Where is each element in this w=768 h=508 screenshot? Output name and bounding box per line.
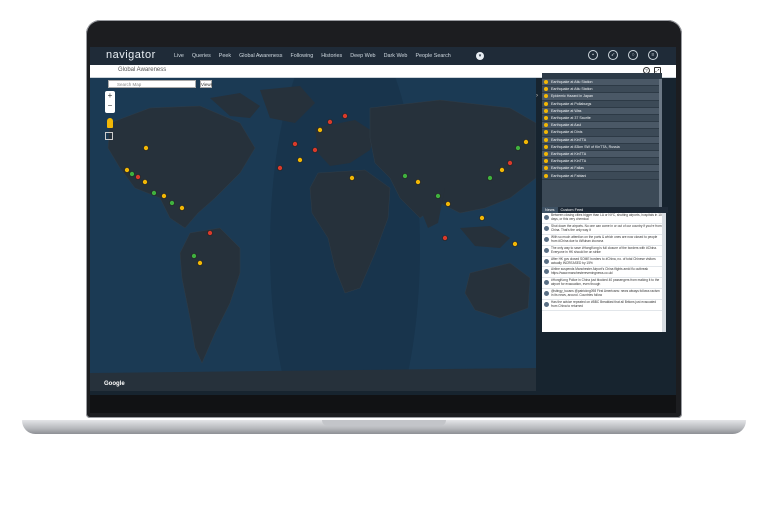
screen: navigator Live Queries Peek Global Aware… [90, 47, 676, 395]
nav-item-live[interactable]: Live [174, 47, 184, 65]
street-view-pegman-icon[interactable] [107, 118, 113, 128]
event-marker-icon [544, 80, 548, 85]
list-item[interactable]: Earthquake at 37 Saurite [542, 115, 662, 123]
list-item[interactable]: Earthquake at KinTTA [542, 158, 662, 166]
settings-icon[interactable]: ≡ [648, 50, 658, 60]
avatar [544, 280, 549, 286]
list-item[interactable]: Earthquake at Fabiani [542, 172, 662, 180]
event-marker-icon [544, 159, 548, 164]
event-marker-icon [544, 173, 548, 178]
event-marker-icon [544, 151, 548, 156]
nav-item-dark-web[interactable]: Dark Web [384, 47, 408, 65]
avatar [544, 258, 549, 264]
nav-item-people-search[interactable]: People Search [415, 47, 450, 65]
views-button[interactable]: Views [200, 80, 213, 88]
event-marker-icon [544, 130, 548, 135]
event-marker-icon [544, 108, 548, 113]
list-item[interactable]: Epidemic Hazard in Japan [542, 93, 662, 101]
zoom-out-button[interactable]: − [105, 101, 115, 111]
event-marker-icon [544, 101, 548, 106]
laptop-notch [322, 420, 446, 426]
list-item[interactable]: Earthquake at Fallas [542, 165, 662, 173]
list-item[interactable]: Earthquake at Dinis [542, 129, 662, 137]
list-item[interactable]: Earthquake at Pollaburgs [542, 101, 662, 108]
events-scrollbar[interactable] [659, 79, 662, 207]
google-logo: Google [104, 381, 125, 387]
chevron-down-icon[interactable]: ▾ [476, 52, 484, 60]
nav-item-following[interactable]: Following [290, 47, 313, 65]
avatar [544, 302, 549, 308]
list-item[interactable]: #HongKong Police in China just blocked 4… [542, 278, 662, 290]
list-item[interactable]: Earthquake at Was [542, 107, 662, 115]
page-title: Global Awareness [118, 67, 167, 73]
list-item[interactable]: After HK gov closed SOME borders to #Chi… [542, 257, 662, 268]
list-item[interactable]: @stingy_tucans @patrickng098 First Ameri… [542, 289, 662, 301]
map-search-input[interactable]: Search Map [108, 80, 196, 88]
avatar [544, 215, 549, 220]
avatar [544, 225, 549, 231]
chat-icon[interactable]: ▪ [588, 50, 598, 60]
list-item[interactable]: Shut down the airports. No one can come … [542, 224, 662, 235]
map-fullscreen-icon[interactable] [105, 132, 113, 140]
list-item[interactable]: Earthquake at Azul [542, 122, 662, 130]
map-canvas [90, 78, 536, 391]
zoom-in-button[interactable]: + [105, 91, 115, 101]
nav-icons: ▪ ➶ ○ ≡ [578, 50, 658, 60]
laptop-mockup: navigator Live Queries Peek Global Aware… [0, 0, 768, 508]
list-item[interactable]: Earthquake at Atlu Station [542, 86, 662, 94]
world-map[interactable]: Search Map Views + − Google [90, 78, 536, 391]
list-item[interactable]: Airline suspends Manchester Airport's Ch… [542, 267, 662, 279]
event-marker-icon [544, 144, 548, 149]
list-item[interactable]: With so much attention on the ports & wh… [542, 235, 662, 246]
brand-logo[interactable]: navigator [106, 49, 156, 61]
zoom-controls: + − [105, 91, 115, 113]
event-marker-icon [544, 166, 548, 171]
event-marker-icon [544, 87, 548, 92]
event-marker-icon [544, 94, 548, 99]
nav-item-histories[interactable]: Histories [321, 47, 342, 65]
list-item[interactable]: Has the advice repeated on #BBC Breakfas… [542, 300, 662, 312]
nav-menu: Live Queries Peek Global Awareness Follo… [174, 47, 459, 65]
event-marker-icon [544, 116, 548, 121]
list-item[interactable]: Earthquake at Atlu Station [542, 79, 662, 87]
screen-bezel [90, 395, 676, 413]
list-item[interactable]: Earthquake at KinTTA [542, 136, 662, 144]
search-icon[interactable]: ○ [628, 50, 638, 60]
top-navbar: navigator Live Queries Peek Global Aware… [90, 47, 676, 65]
feed-scrollbar[interactable] [662, 213, 666, 332]
nav-item-peek[interactable]: Peek [219, 47, 231, 65]
avatar [544, 291, 549, 297]
nav-item-queries[interactable]: Queries [192, 47, 211, 65]
event-marker-icon [544, 137, 548, 142]
list-item[interactable]: The only way to save #HongKong is full c… [542, 246, 662, 257]
list-item[interactable]: Between closing cities bigger than LA or… [542, 213, 662, 224]
avatar [544, 247, 549, 253]
event-marker-icon [544, 123, 548, 128]
avatar [544, 236, 549, 242]
nav-item-deep-web[interactable]: Deep Web [350, 47, 375, 65]
rocket-icon[interactable]: ➶ [608, 50, 618, 60]
nav-item-global-awareness[interactable]: Global Awareness [239, 47, 282, 65]
news-feed[interactable]: Between closing cities bigger than LA or… [542, 213, 662, 332]
events-list[interactable]: Earthquake at Atlu Station Earthquake at… [542, 79, 662, 207]
list-item[interactable]: Earthquake at KinTTA [542, 150, 662, 159]
avatar [544, 269, 549, 275]
list-item[interactable]: Earthquake at 83km SW of KinTTA, Russia [542, 144, 662, 151]
